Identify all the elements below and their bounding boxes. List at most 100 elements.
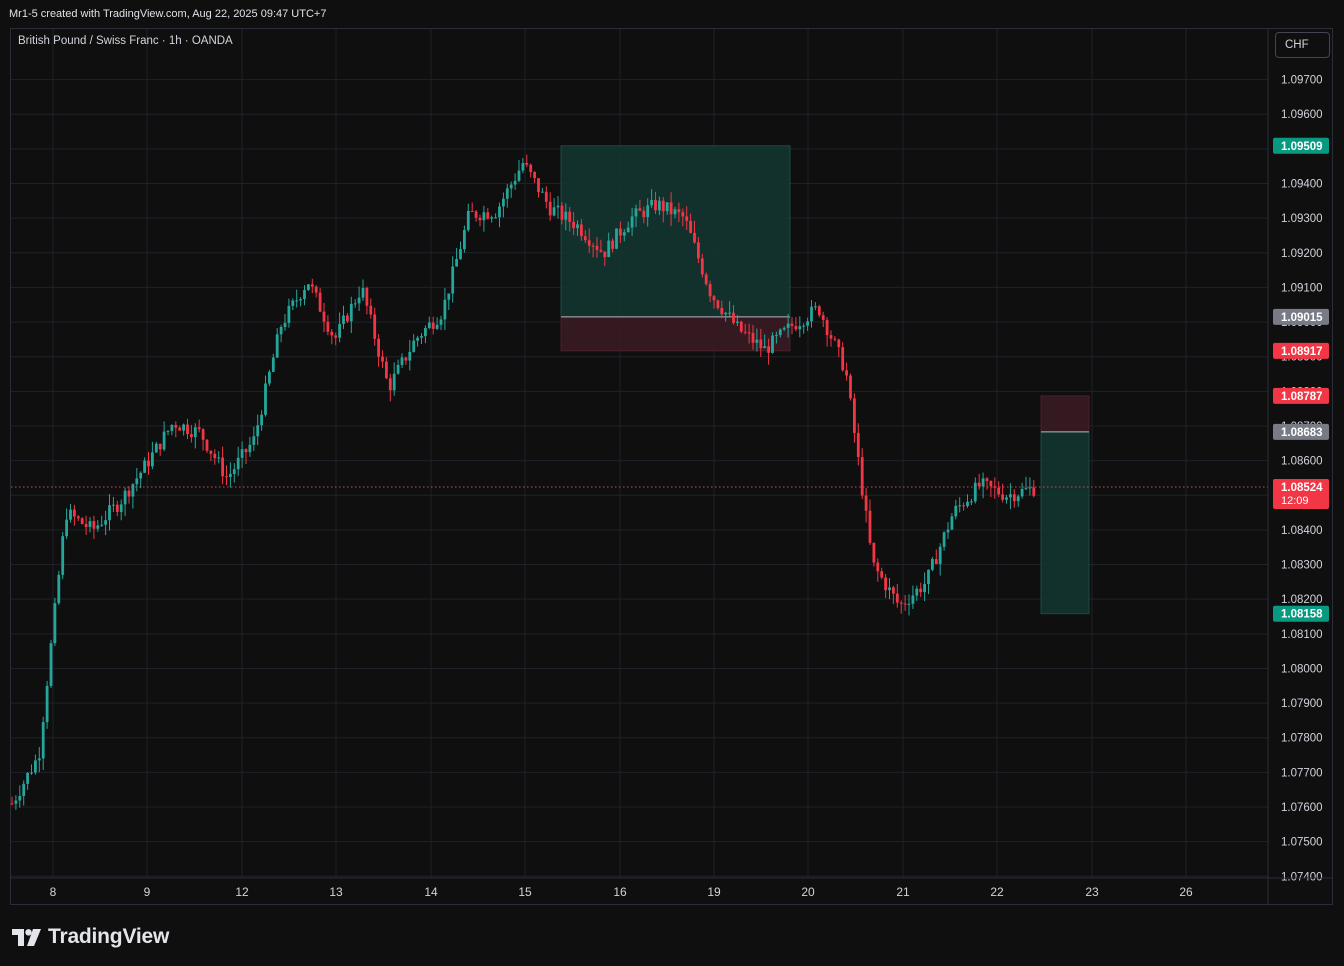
candle-body <box>377 338 380 357</box>
candle-body <box>494 217 497 219</box>
candle-body <box>357 297 361 304</box>
candle-body <box>829 335 833 339</box>
symbol-title[interactable]: British Pound / Swiss Franc · 1h · OANDA <box>18 35 233 47</box>
candle-body <box>365 288 369 306</box>
y-tick-label: 1.08100 <box>1281 629 1323 641</box>
candle-body <box>911 595 915 604</box>
candle-body <box>209 450 213 454</box>
candle-body <box>123 490 127 505</box>
candle-body <box>505 188 509 199</box>
candle-body <box>49 643 53 686</box>
tradingview-logo-icon <box>12 928 41 946</box>
candle-body <box>802 325 806 327</box>
candle-body <box>1001 494 1004 500</box>
x-tick-label: 22 <box>990 885 1004 899</box>
x-tick-label: 13 <box>329 885 343 899</box>
candle-body <box>424 328 427 337</box>
candle-body <box>197 427 201 430</box>
y-tick-label: 1.09400 <box>1281 179 1323 191</box>
candle-body <box>790 323 794 326</box>
candle-body <box>708 284 712 297</box>
candle-body <box>884 577 887 591</box>
candle-body <box>942 532 946 547</box>
candle-body <box>154 443 158 453</box>
candle-body <box>349 303 353 322</box>
candle-body <box>18 796 22 801</box>
price-label-text: 1.09015 <box>1281 312 1323 324</box>
candle-body <box>548 201 552 216</box>
candle-body <box>517 170 521 181</box>
candle-body <box>256 425 260 437</box>
price-chart[interactable]: 1.07400 1.07500 1.07600 1.07700 1.07800 1.079… <box>0 0 1344 906</box>
candle-body <box>151 452 154 467</box>
candle-body <box>985 478 989 482</box>
candle-body <box>346 315 349 322</box>
candle-body <box>712 296 716 301</box>
candle-body <box>989 481 993 487</box>
candle-body <box>182 424 185 431</box>
candle-body <box>697 242 700 259</box>
candle-body <box>743 331 747 333</box>
candle-body <box>61 536 65 575</box>
candle-body <box>420 336 423 338</box>
candle-body <box>229 474 232 477</box>
candle-body <box>307 284 310 290</box>
x-tick-label: 23 <box>1085 885 1099 899</box>
y-tick-label: 1.07800 <box>1281 733 1323 745</box>
candle-body <box>1016 496 1020 502</box>
candle-body <box>1005 497 1008 500</box>
candle-body <box>720 307 724 315</box>
candle-body <box>833 338 837 340</box>
candle-body <box>923 583 926 593</box>
candle-body <box>962 505 965 507</box>
tradingview-logo[interactable]: TradingView <box>12 925 169 949</box>
candle-body <box>541 191 544 193</box>
candle-body <box>751 332 755 343</box>
candle-body <box>950 516 954 530</box>
candle-body <box>45 685 49 723</box>
y-tick-label: 1.08000 <box>1281 663 1323 675</box>
candle-body <box>244 449 248 453</box>
y-tick-label: 1.09600 <box>1281 109 1323 121</box>
candle-body <box>381 356 384 362</box>
candle-body <box>837 339 841 348</box>
candle-body <box>310 284 314 287</box>
candle-body <box>34 760 37 773</box>
price-labels: 1.09509 1.09015 1.08917 1.08787 1.08683 1.081… <box>1273 137 1329 622</box>
x-tick-label: 15 <box>518 885 532 899</box>
candle-body <box>26 772 29 784</box>
candle-body <box>595 245 599 250</box>
currency-button[interactable]: CHF <box>1275 32 1330 58</box>
candle-body <box>568 211 572 222</box>
candle-body <box>303 289 306 300</box>
candle-body <box>556 205 560 208</box>
long-profit-zone <box>560 145 791 318</box>
x-tick-label: 20 <box>801 885 815 899</box>
candle-body <box>970 501 973 503</box>
candle-body <box>127 490 131 497</box>
candle-body <box>677 209 681 213</box>
candle-body <box>252 436 256 445</box>
candle-body <box>919 588 923 593</box>
candle-body <box>564 211 568 220</box>
candle-body <box>634 208 638 217</box>
candle-body <box>958 505 962 507</box>
candle-body <box>88 521 92 528</box>
candle-body <box>778 329 782 336</box>
candle-body <box>213 453 217 459</box>
candle-body <box>798 326 802 330</box>
candle-body <box>143 460 146 473</box>
y-tick-label: 1.09300 <box>1281 213 1323 225</box>
candle-body <box>271 357 275 372</box>
candle-body <box>775 335 778 337</box>
candle-body <box>439 319 443 325</box>
candle-body <box>73 509 76 517</box>
candle-body <box>724 312 728 315</box>
candle-body <box>665 202 669 212</box>
candle-body <box>946 529 950 533</box>
candle-body <box>591 245 595 247</box>
candle-body <box>482 212 486 221</box>
candle-body <box>53 603 57 644</box>
y-tick-label: 1.08600 <box>1281 456 1323 468</box>
candle-body <box>763 346 767 349</box>
